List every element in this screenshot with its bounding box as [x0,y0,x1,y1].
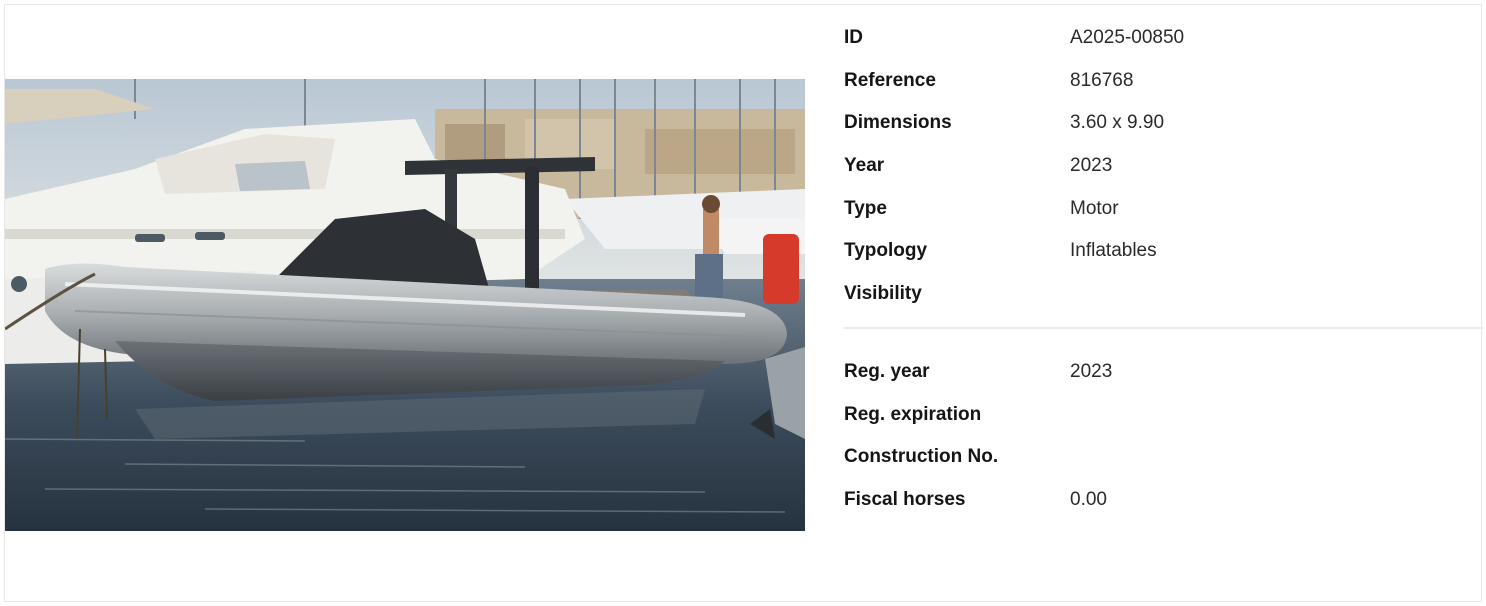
detail-label: Reg. year [844,361,930,383]
detail-value: A2025-00850 [1070,27,1185,49]
detail-row-type: Type Motor [844,187,1483,230]
detail-label: Visibility [844,282,922,304]
detail-value: 0.00 [1070,489,1107,511]
section-divider [844,327,1483,329]
detail-row-fiscal-horses: Fiscal horses 0.00 [844,479,1483,522]
detail-row-visibility: Visibility [844,273,1483,316]
detail-value: Motor [1070,197,1119,219]
boat-details: ID A2025-00850 Reference 816768 Dimensio… [844,17,1483,315]
detail-label: Year [844,155,885,177]
detail-value: 2023 [1070,155,1113,177]
detail-label: Reference [844,69,936,91]
detail-label: Fiscal horses [844,489,966,511]
listing-card: ID A2025-00850 Reference 816768 Dimensio… [4,4,1483,602]
detail-row-dimensions: Dimensions 3.60 x 9.90 [844,102,1483,145]
detail-label: Type [844,197,887,219]
detail-value: 2023 [1070,361,1113,383]
detail-label: Reg. expiration [844,403,982,425]
detail-row-reference: Reference 816768 [844,60,1483,103]
detail-value: Inflatables [1070,240,1157,262]
detail-row-construction-no: Construction No. [844,436,1483,479]
boat-photo-image [5,79,805,531]
detail-value: 3.60 x 9.90 [1070,112,1165,134]
detail-label: ID [844,27,863,49]
boat-photo[interactable] [5,79,805,531]
detail-row-reg-expiration: Reg. expiration [844,394,1483,437]
detail-label: Typology [844,240,928,262]
detail-row-reg-year: Reg. year 2023 [844,351,1483,394]
detail-row-id: ID A2025-00850 [844,17,1483,60]
detail-label: Construction No. [844,446,999,468]
detail-row-year: Year 2023 [844,145,1483,188]
registration-details: Reg. year 2023 Reg. expiration Construct… [844,351,1483,521]
detail-label: Dimensions [844,112,952,134]
detail-row-typology: Typology Inflatables [844,230,1483,273]
detail-value: 816768 [1070,69,1134,91]
